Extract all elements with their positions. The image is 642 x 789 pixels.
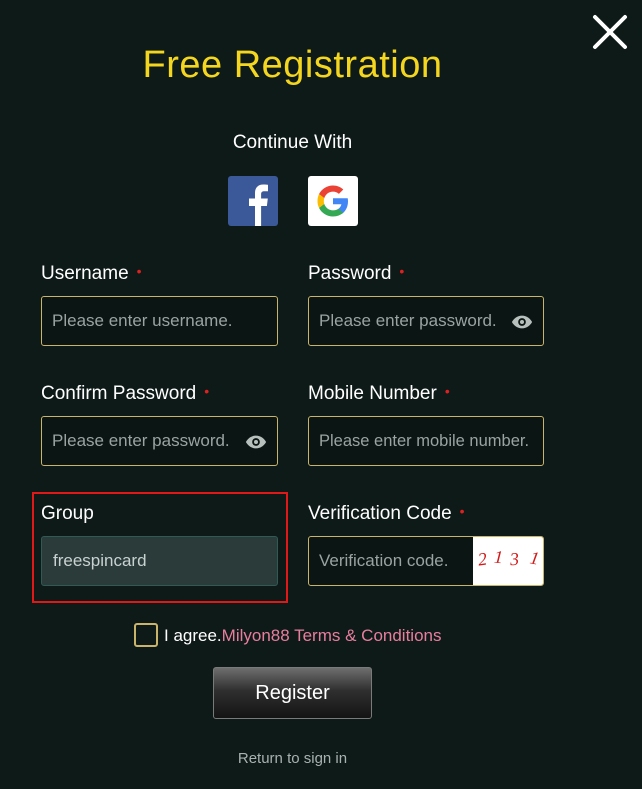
username-input[interactable] [42,297,277,345]
required-marker: • [136,263,142,279]
register-button[interactable]: Register [213,667,372,719]
captcha-image[interactable]: 2 1 3 1 [473,537,543,585]
google-login-button[interactable] [308,176,358,226]
username-field-box [41,296,278,346]
terms-checkbox[interactable] [134,623,158,647]
username-label: Username • [41,263,142,284]
required-marker: • [444,383,450,399]
facebook-login-button[interactable] [228,176,278,226]
password-label: Password • [308,263,405,284]
verification-code-input[interactable] [309,537,474,585]
verification-field-box: 2 1 3 1 [308,536,544,586]
agree-text: I agree. [164,626,222,645]
facebook-icon [249,184,268,226]
confirm-password-input[interactable] [42,417,277,465]
verification-code-label: Verification Code • [308,503,465,524]
group-field[interactable]: freespincard [41,536,278,586]
password-field-box [308,296,544,346]
terms-link[interactable]: Milyon88 Terms & Conditions [222,626,442,645]
mobile-number-field-box [308,416,544,466]
mobile-number-label: Mobile Number • [308,383,450,404]
show-confirm-password-eye-icon[interactable] [245,432,267,452]
show-password-eye-icon[interactable] [511,312,533,332]
continue-with-label: Continue With [232,132,353,153]
mobile-number-input[interactable] [309,417,543,465]
captcha-digit: 1 [528,547,541,569]
terms-agreement: I agree.Milyon88 Terms & Conditions [164,626,442,646]
password-input[interactable] [309,297,543,345]
page-title: Free Registration [142,44,443,86]
required-marker: • [204,383,210,399]
confirm-password-field-box [41,416,278,466]
group-label: Group [41,503,94,524]
group-value: freespincard [53,551,147,570]
google-icon [317,185,348,217]
required-marker: • [399,263,405,279]
confirm-password-label: Confirm Password • [41,383,210,404]
return-to-sign-in-link[interactable]: Return to sign in [0,750,585,767]
close-icon[interactable] [590,12,630,52]
captcha-digit: 3 [509,548,520,570]
captcha-digit: 2 [476,548,489,570]
captcha-digit: 1 [493,546,504,568]
required-marker: • [459,503,465,519]
